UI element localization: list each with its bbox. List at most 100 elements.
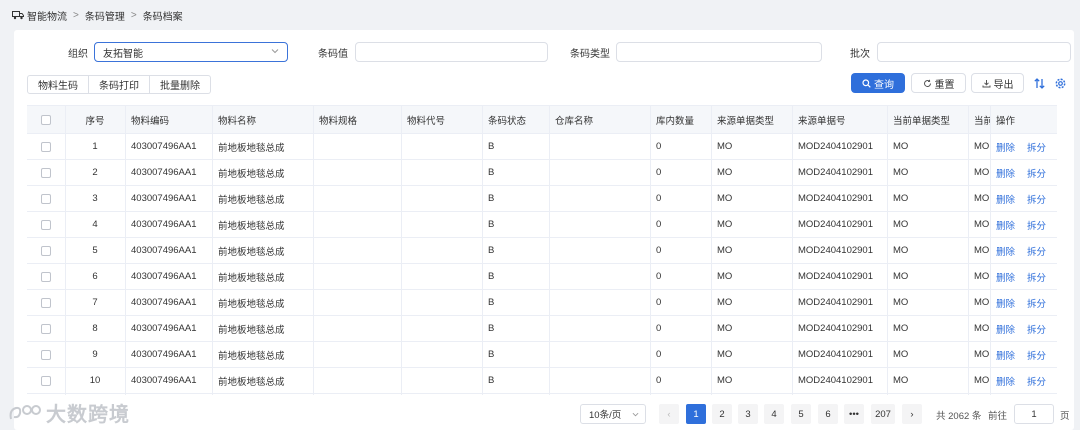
batch-input[interactable] [877,42,1071,62]
split-link[interactable]: 拆分 [1027,140,1046,154]
table-cell: 删除 拆分 [990,186,1057,211]
table-cell: 0 [656,245,662,256]
row-checkbox[interactable] [41,375,51,386]
table-cell: MOD2404102901 [798,375,873,386]
split-link[interactable]: 拆分 [1027,322,1046,336]
page-size-select[interactable]: 10条/页 [580,404,646,424]
delete-link[interactable]: 删除 [996,348,1015,362]
table-cell: 3 [92,193,98,204]
table-row: 4 403007496AA1 前地板地毯总成 B 0 MO MOD2404102901 MO M… [27,212,1057,238]
export-button[interactable]: 导出 [971,73,1024,93]
breadcrumb-item-logistics[interactable]: 智能物流 [27,8,67,23]
delete-link[interactable]: 删除 [996,374,1015,388]
query-button[interactable]: 查询 [851,73,905,93]
page-button[interactable]: 207 [871,404,895,424]
table-cell: 0 [656,271,662,282]
table-cell: 6 [92,271,98,282]
next-page-button[interactable]: › [902,404,922,424]
barcode-value-input[interactable] [355,42,548,62]
query-button-label: 查询 [874,79,894,91]
table-cell: 前地板地毯总成 [218,324,285,336]
org-select[interactable]: 友拓智能 [94,42,288,62]
truck-icon [12,11,24,20]
table-cell: MO [893,193,909,204]
batch-label: 批次 [850,49,870,60]
table-cell: 前地板地毯总成 [218,142,285,154]
row-checkbox[interactable] [41,193,51,204]
delete-link[interactable]: 删除 [996,166,1015,180]
table-cell [549,186,650,211]
table-cell: 删除 拆分 [990,342,1057,367]
table-cell: MO [717,219,733,230]
batch-delete-button[interactable]: 批量删除 [150,75,211,94]
page-button[interactable]: 6 [818,404,838,424]
table-cell: MO [717,375,733,386]
table-cell: MO [893,219,909,230]
split-link[interactable]: 拆分 [1027,296,1046,310]
split-link[interactable]: 拆分 [1027,192,1046,206]
watermark-logo-icon [9,404,41,419]
delete-link[interactable]: 删除 [996,322,1015,336]
split-link[interactable]: 拆分 [1027,374,1046,388]
delete-link[interactable]: 删除 [996,244,1015,258]
row-checkbox[interactable] [41,141,51,152]
page-button[interactable]: 4 [764,404,784,424]
table-row: 5 403007496AA1 前地板地毯总成 B 0 MO MOD2404102901 MO M… [27,238,1057,264]
page-button[interactable]: 5 [791,404,811,424]
table-cell [401,368,482,393]
delete-link[interactable]: 删除 [996,192,1015,206]
reset-button[interactable]: 重置 [911,73,966,93]
table-cell: 前地板地毯总成 [218,350,285,362]
row-checkbox[interactable] [41,167,51,178]
row-checkbox[interactable] [41,245,51,256]
split-link[interactable]: 拆分 [1027,348,1046,362]
page-button[interactable]: 1 [686,404,706,424]
row-checkbox[interactable] [41,271,51,282]
delete-link[interactable]: 删除 [996,270,1015,284]
table-cell: 前地板地毯总成 [218,272,285,284]
row-checkbox[interactable] [41,297,51,308]
table-cell [27,186,65,211]
split-link[interactable]: 拆分 [1027,244,1046,258]
table-cell: 前地板地毯总成 [218,298,285,310]
split-link[interactable]: 拆分 [1027,218,1046,232]
table-row: 3 403007496AA1 前地板地毯总成 B 0 MO MOD2404102901 MO M… [27,186,1057,212]
table-cell: B [488,271,495,282]
table-cell: MOD2404102901 [798,167,873,178]
table-cell [401,134,482,159]
page-button[interactable]: 3 [738,404,758,424]
gear-icon[interactable] [1054,77,1067,90]
table-cell: 403007496AA1 [131,141,197,152]
gen-material-code-button[interactable]: 物料生码 [27,75,89,94]
download-icon [982,79,990,87]
org-label: 组织 [68,49,88,60]
select-all-checkbox[interactable] [41,114,51,125]
print-barcode-button[interactable]: 条码打印 [89,75,150,94]
breadcrumb-item-barcode-mgmt[interactable]: 条码管理 [85,8,125,23]
split-link[interactable]: 拆分 [1027,166,1046,180]
table-cell [549,316,650,341]
page-unit-label: 页 [1060,411,1070,422]
row-checkbox[interactable] [41,219,51,230]
table-cell: 0 [656,323,662,334]
table-cell: MO [974,297,990,308]
table-row: 9 403007496AA1 前地板地毯总成 B 0 MO MOD2404102901 MO M… [27,342,1057,368]
delete-link[interactable]: 删除 [996,296,1015,310]
row-checkbox[interactable] [41,349,51,360]
prev-page-button[interactable]: ‹ [659,404,679,424]
split-link[interactable]: 拆分 [1027,270,1046,284]
goto-page-input[interactable]: 1 [1014,404,1054,424]
table-cell [313,368,401,393]
table-cell: MO [717,167,733,178]
row-checkbox[interactable] [41,323,51,334]
table-cell: B [488,297,495,308]
table-cell: MOD2404102901 [798,219,873,230]
table-cell: B [488,375,495,386]
delete-link[interactable]: 删除 [996,140,1015,154]
table-cell: MO [893,141,909,152]
sort-icon[interactable] [1033,77,1046,90]
barcode-type-select[interactable] [616,42,822,62]
page-ellipsis-button[interactable]: ••• [844,404,864,424]
page-button[interactable]: 2 [712,404,732,424]
delete-link[interactable]: 删除 [996,218,1015,232]
